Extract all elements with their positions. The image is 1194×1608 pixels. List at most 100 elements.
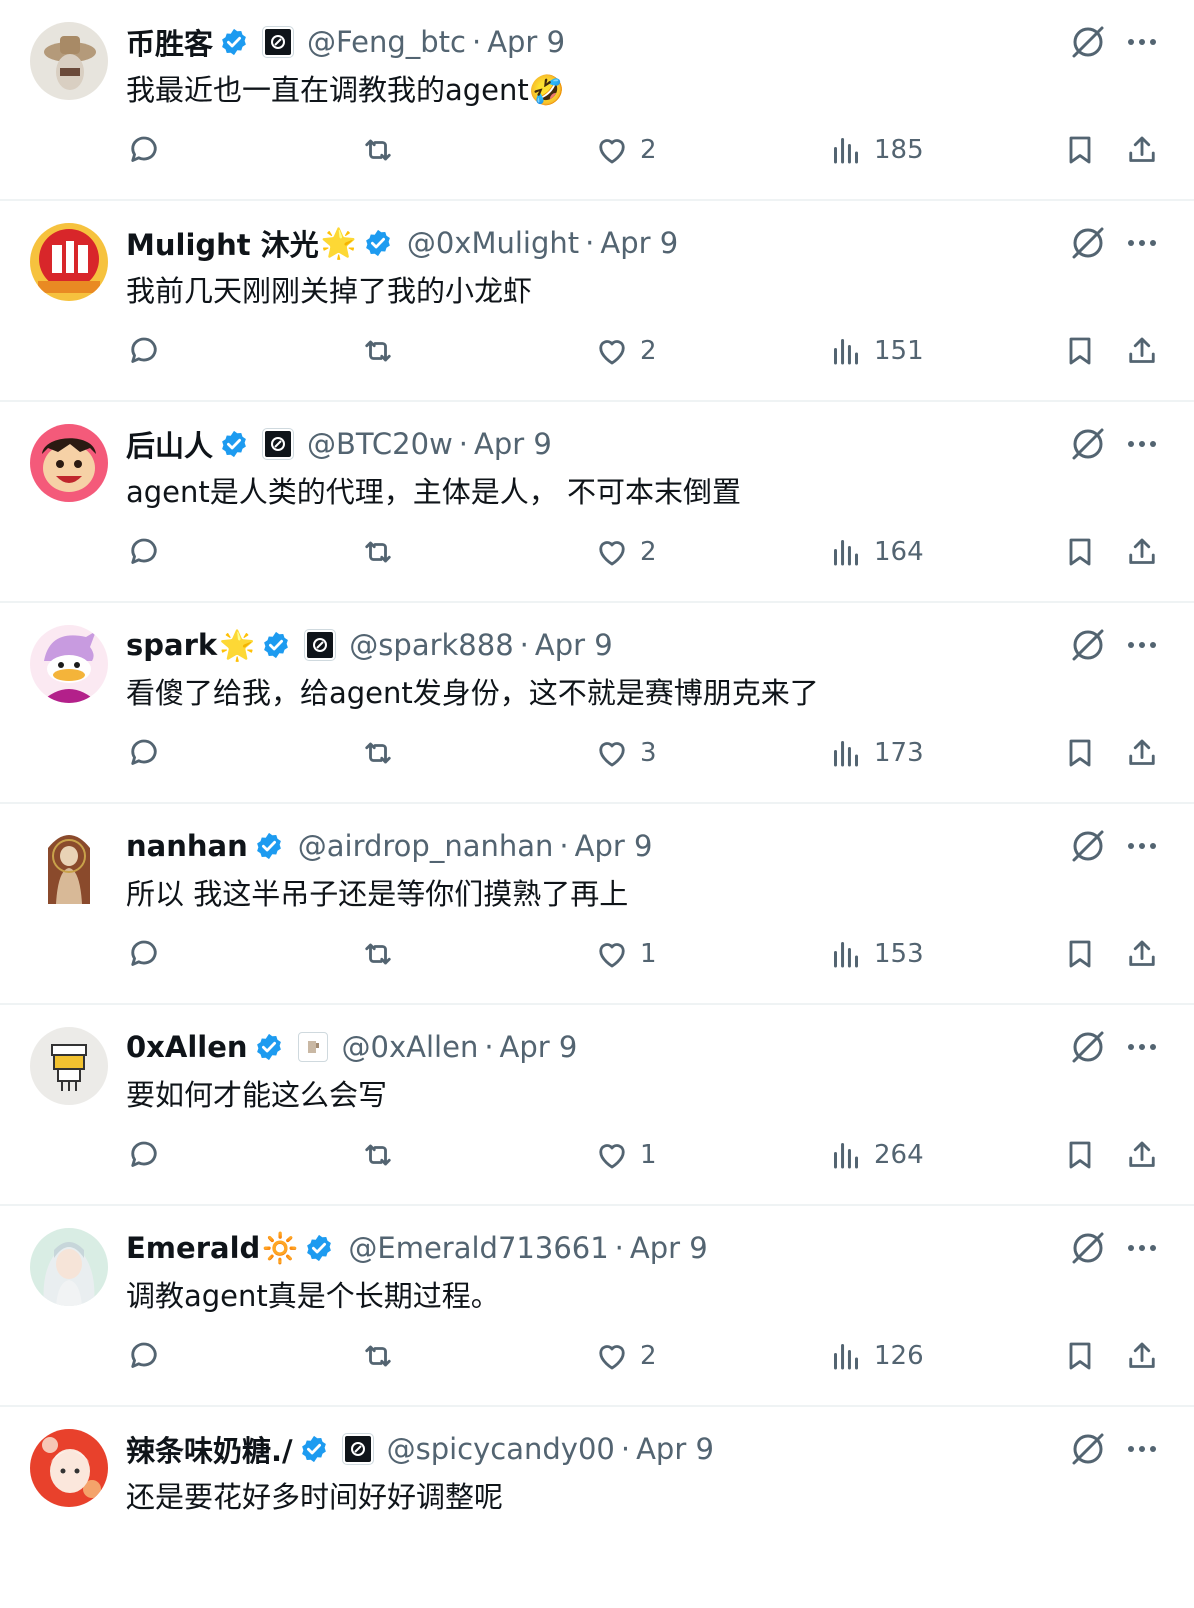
more-options-icon[interactable] — [1122, 223, 1162, 263]
share-button[interactable] — [1124, 333, 1160, 369]
bookmark-button[interactable] — [1062, 132, 1098, 168]
retweet-button[interactable] — [360, 1338, 396, 1374]
retweet-button[interactable] — [360, 132, 396, 168]
like-button[interactable]: 1 — [594, 936, 657, 972]
like-button[interactable]: 2 — [594, 132, 657, 168]
display-name[interactable]: 币胜客 — [126, 21, 213, 63]
views-button[interactable]: 173 — [828, 735, 924, 771]
tweet[interactable]: Mulight 沐光 🌟 @0xMulight · Apr 9 我前几天刚刚关掉… — [0, 201, 1194, 402]
like-button[interactable]: 2 — [594, 534, 657, 570]
share-button[interactable] — [1124, 1137, 1160, 1173]
bookmark-button[interactable] — [1062, 936, 1098, 972]
avatar[interactable] — [30, 826, 108, 904]
tweet[interactable]: spark 🌟 @spark888 · Apr 9 看傻了给我，给agent发身… — [0, 603, 1194, 804]
bookmark-button[interactable] — [1062, 735, 1098, 771]
tweet[interactable]: nanhan @airdrop_nanhan · Apr 9 所以 我这半吊子还… — [0, 804, 1194, 1005]
reply-button[interactable] — [126, 735, 162, 771]
share-button[interactable] — [1124, 1338, 1160, 1374]
share-button[interactable] — [1124, 534, 1160, 570]
tweet[interactable]: 币胜客 @Feng_btc · Apr 9 我最近也一直在调教我的agent🤣 … — [0, 0, 1194, 201]
user-handle[interactable]: @Feng_btc — [307, 25, 466, 59]
share-button[interactable] — [1124, 132, 1160, 168]
more-options-icon[interactable] — [1122, 1429, 1162, 1469]
tweet[interactable]: 辣条味奶糖./ @spicycandy00 · Apr 9 还是要花好多时间好好… — [0, 1407, 1194, 1608]
timestamp[interactable]: Apr 9 — [575, 829, 653, 863]
more-options-icon[interactable] — [1122, 1228, 1162, 1268]
reply-button[interactable] — [126, 132, 162, 168]
retweet-button[interactable] — [360, 735, 396, 771]
reply-button[interactable] — [126, 936, 162, 972]
user-handle[interactable]: @spicycandy00 — [387, 1432, 615, 1466]
grok-icon[interactable] — [1068, 22, 1108, 62]
grok-icon[interactable] — [1068, 625, 1108, 665]
grok-icon[interactable] — [1068, 1429, 1108, 1469]
user-handle[interactable]: @0xMulight — [407, 226, 579, 260]
timestamp[interactable]: Apr 9 — [535, 628, 613, 662]
grok-icon[interactable] — [1068, 1027, 1108, 1067]
reply-button[interactable] — [126, 534, 162, 570]
display-name[interactable]: 0xAllen — [126, 1030, 248, 1064]
avatar[interactable] — [30, 223, 108, 301]
user-handle[interactable]: @spark888 — [349, 628, 513, 662]
timestamp[interactable]: Apr 9 — [474, 427, 552, 461]
display-name[interactable]: Emerald — [126, 1231, 260, 1265]
affiliate-badge-icon[interactable] — [297, 1032, 328, 1062]
views-button[interactable]: 164 — [828, 534, 924, 570]
more-options-icon[interactable] — [1122, 625, 1162, 665]
grok-icon[interactable] — [1068, 826, 1108, 866]
reply-button[interactable] — [126, 333, 162, 369]
display-name[interactable]: 辣条味奶糖./ — [126, 1428, 293, 1470]
bookmark-button[interactable] — [1062, 1137, 1098, 1173]
views-button[interactable]: 126 — [828, 1338, 924, 1374]
retweet-button[interactable] — [360, 1137, 396, 1173]
avatar[interactable] — [30, 424, 108, 502]
user-handle[interactable]: @airdrop_nanhan — [298, 829, 554, 863]
more-options-icon[interactable] — [1122, 826, 1162, 866]
user-handle[interactable]: @Emerald713661 — [348, 1231, 608, 1265]
like-button[interactable]: 2 — [594, 333, 657, 369]
avatar[interactable] — [30, 1027, 108, 1105]
views-button[interactable]: 153 — [828, 936, 924, 972]
views-button[interactable]: 264 — [828, 1137, 924, 1173]
timestamp[interactable]: Apr 9 — [630, 1231, 708, 1265]
reply-button[interactable] — [126, 1137, 162, 1173]
share-button[interactable] — [1124, 735, 1160, 771]
like-button[interactable]: 2 — [594, 1338, 657, 1374]
like-button[interactable]: 1 — [594, 1137, 657, 1173]
display-name[interactable]: spark — [126, 628, 217, 662]
grok-icon[interactable] — [1068, 1228, 1108, 1268]
tweet[interactable]: 0xAllen @0xAllen · Apr 9 要如何才能这么会写 1 264 — [0, 1005, 1194, 1206]
timestamp[interactable]: Apr 9 — [487, 25, 565, 59]
affiliate-badge-icon[interactable] — [304, 629, 337, 661]
tweet[interactable]: 后山人 @BTC20w · Apr 9 agent是人类的代理，主体是人， 不可… — [0, 402, 1194, 603]
grok-icon[interactable] — [1068, 424, 1108, 464]
avatar[interactable] — [30, 22, 108, 100]
retweet-button[interactable] — [360, 936, 396, 972]
display-name[interactable]: 后山人 — [126, 423, 213, 465]
bookmark-button[interactable] — [1062, 333, 1098, 369]
user-handle[interactable]: @0xAllen — [342, 1030, 479, 1064]
user-handle[interactable]: @BTC20w — [307, 427, 453, 461]
views-button[interactable]: 151 — [828, 333, 924, 369]
bookmark-button[interactable] — [1062, 534, 1098, 570]
affiliate-badge-icon[interactable] — [262, 26, 295, 58]
display-name[interactable]: Mulight 沐光 — [126, 222, 319, 264]
affiliate-badge-icon[interactable] — [341, 1433, 374, 1465]
tweet[interactable]: Emerald 🔆 @Emerald713661 · Apr 9 调教agent… — [0, 1206, 1194, 1407]
avatar[interactable] — [30, 625, 108, 703]
more-options-icon[interactable] — [1122, 1027, 1162, 1067]
more-options-icon[interactable] — [1122, 22, 1162, 62]
timestamp[interactable]: Apr 9 — [636, 1432, 714, 1466]
avatar[interactable] — [30, 1429, 108, 1507]
retweet-button[interactable] — [360, 333, 396, 369]
retweet-button[interactable] — [360, 534, 396, 570]
reply-button[interactable] — [126, 1338, 162, 1374]
views-button[interactable]: 185 — [828, 132, 924, 168]
like-button[interactable]: 3 — [594, 735, 657, 771]
grok-icon[interactable] — [1068, 223, 1108, 263]
timestamp[interactable]: Apr 9 — [600, 226, 678, 260]
avatar[interactable] — [30, 1228, 108, 1306]
affiliate-badge-icon[interactable] — [262, 428, 295, 460]
bookmark-button[interactable] — [1062, 1338, 1098, 1374]
more-options-icon[interactable] — [1122, 424, 1162, 464]
